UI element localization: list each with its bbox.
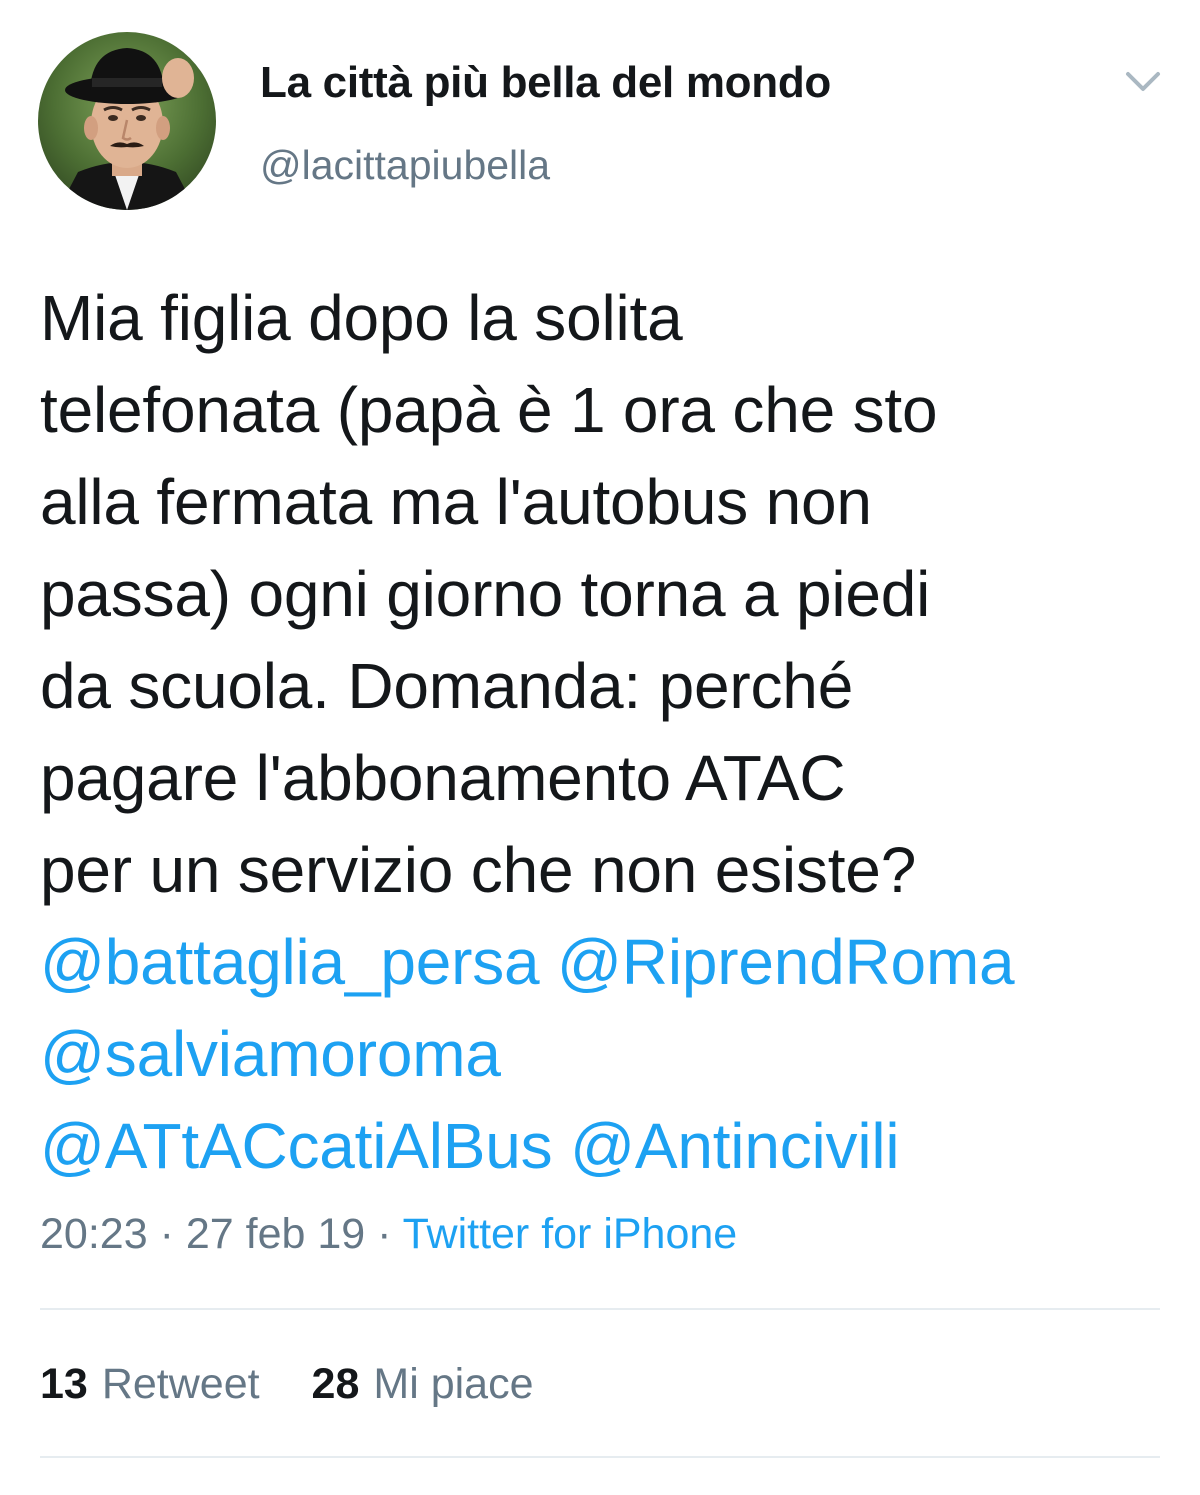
like-label: Mi piace [373, 1360, 534, 1408]
divider [40, 1456, 1160, 1458]
profile-photo-icon [38, 32, 216, 210]
tweet-time[interactable]: 20:23 [40, 1210, 148, 1258]
tweet-source-link[interactable]: Twitter for iPhone [403, 1210, 738, 1258]
tweet-line: alla fermata ma l'autobus non [40, 466, 872, 538]
like-count: 28 [311, 1360, 360, 1408]
user-handle[interactable]: @lacittapiubella [260, 142, 550, 189]
retweet-stat[interactable]: 13 Retweet [40, 1360, 260, 1409]
tweet-line: per un servizio che non esiste? [40, 834, 917, 906]
tweet-line: da scuola. Domanda: perché [40, 650, 854, 722]
meta-separator: · [377, 1210, 392, 1258]
mention-link[interactable]: @Antincivili [570, 1110, 900, 1182]
tweet-date[interactable]: 27 feb 19 [186, 1210, 365, 1258]
avatar[interactable] [38, 32, 216, 210]
meta-separator: · [159, 1210, 174, 1258]
tweet-stats: 13 Retweet 28 Mi piace [40, 1360, 574, 1409]
tweet-line: telefonata (papà è 1 ora che sto [40, 374, 938, 446]
mention-line: @salviamoroma [40, 1008, 1160, 1100]
chevron-down-icon[interactable] [1120, 62, 1166, 102]
retweet-count: 13 [40, 1360, 88, 1408]
tweet-line: passa) ogni giorno torna a piedi [40, 558, 931, 630]
mention-line: @ATtACcatiAlBus @Antincivili [40, 1100, 1160, 1192]
like-stat[interactable]: 28 Mi piace [312, 1360, 534, 1409]
divider [40, 1308, 1160, 1310]
tweet-text: Mia figlia dopo la solita telefonata (pa… [40, 272, 1160, 1192]
tweet-line: Mia figlia dopo la solita [40, 282, 683, 354]
tweet-line: pagare l'abbonamento ATAC [40, 742, 846, 814]
mention-link[interactable]: @ATtACcatiAlBus [40, 1110, 553, 1182]
mention-line: @battaglia_persa @RiprendRoma [40, 916, 1160, 1008]
mention-link[interactable]: @battaglia_persa [40, 926, 540, 998]
mention-link[interactable]: @salviamoroma [40, 1018, 501, 1090]
retweet-label: Retweet [101, 1360, 260, 1408]
display-name[interactable]: La città più bella del mondo [260, 58, 831, 108]
mention-link[interactable]: @RiprendRoma [557, 926, 1015, 998]
tweet-meta: 20:23 · 27 feb 19 · Twitter for iPhone [40, 1210, 737, 1259]
